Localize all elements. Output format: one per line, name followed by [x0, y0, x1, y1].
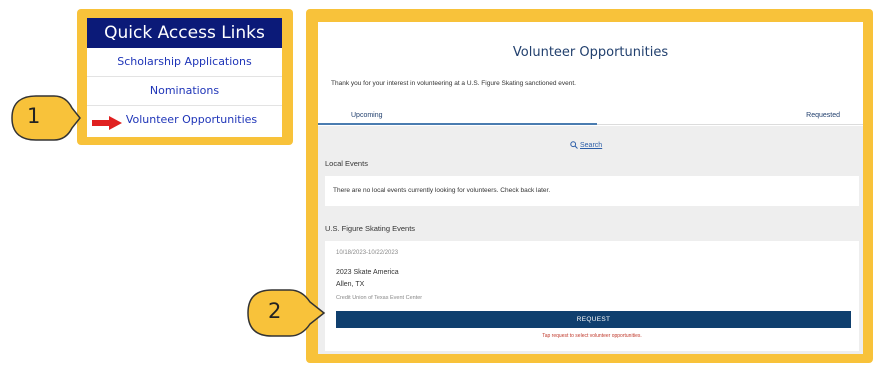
scholarship-applications-link[interactable]: Scholarship Applications: [87, 48, 282, 77]
tab-requested[interactable]: Requested: [806, 112, 840, 119]
local-events-heading: Local Events: [325, 159, 368, 168]
search-link[interactable]: Search: [580, 142, 602, 149]
active-tab-indicator: [318, 123, 597, 125]
event-dates: 10/18/2023-10/22/2023: [336, 250, 399, 256]
local-events-empty-message: There are no local events currently look…: [333, 187, 551, 194]
callout-1: 1: [6, 92, 82, 144]
volunteer-panel: Volunteer Opportunities Thank you for yo…: [306, 9, 873, 363]
nominations-link[interactable]: Nominations: [87, 77, 282, 106]
intro-text: Thank you for your interest in volunteer…: [331, 80, 576, 87]
quick-access-title: Quick Access Links: [87, 18, 282, 48]
tab-upcoming[interactable]: Upcoming: [351, 112, 383, 119]
event-location: Allen, TX: [336, 281, 365, 288]
screenshot-root: Quick Access Links Scholarship Applicati…: [0, 0, 877, 365]
page-title: Volunteer Opportunities: [512, 45, 669, 60]
red-arrow-icon: [92, 116, 122, 130]
event-venue: Credit Union of Texas Event Center: [336, 295, 423, 301]
request-button[interactable]: REQUEST: [336, 311, 851, 328]
usfs-events-heading: U.S. Figure Skating Events: [325, 224, 416, 233]
local-events-card: There are no local events currently look…: [325, 176, 859, 206]
events-content: Search Local Events There are no local e…: [318, 126, 863, 354]
callout-2-number: 2: [268, 299, 282, 323]
callout-1-number: 1: [27, 104, 41, 128]
callout-2: 2: [244, 286, 326, 340]
event-name: 2023 Skate America: [336, 269, 399, 276]
volunteer-page: Volunteer Opportunities Thank you for yo…: [318, 22, 863, 354]
event-card: 10/18/2023-10/22/2023 2023 Skate America…: [325, 241, 859, 351]
request-note: Tap request to select volunteer opportun…: [542, 333, 642, 339]
search-icon[interactable]: [570, 141, 578, 149]
